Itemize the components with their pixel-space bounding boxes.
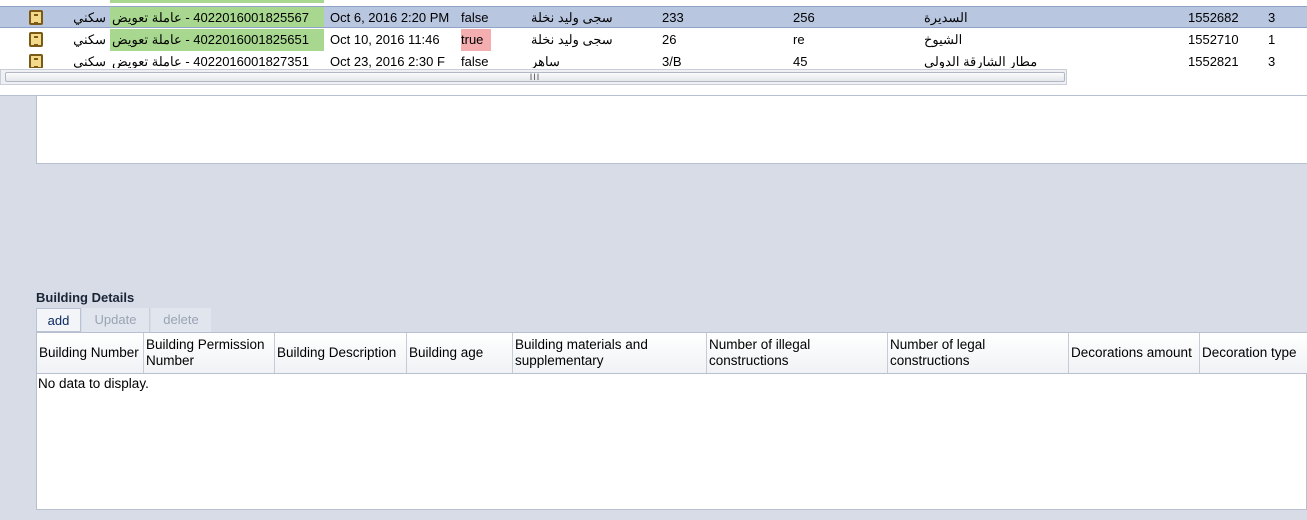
table-row[interactable]: سكني 4022016001825567 - عاملة تعويض Oct … — [0, 6, 1307, 28]
document-icon[interactable] — [29, 54, 43, 68]
building-details-grid: Building Number Building Permission Numb… — [36, 332, 1307, 510]
name-cell: سجى وليد نخلة — [531, 32, 613, 47]
plot-cell: 26 — [662, 32, 677, 47]
date-cell: Oct 10, 2016 11:46 — [330, 32, 440, 47]
column-header-materials[interactable]: Building materials and supplementary — [513, 333, 707, 373]
date-cell: Oct 6, 2016 2:20 PM — [330, 10, 450, 25]
flag-cell: true — [461, 29, 491, 51]
column-header-building-number[interactable]: Building Number — [37, 333, 144, 373]
building-toolbar: add Update delete — [36, 308, 1307, 332]
transaction-cell: 4022016001825567 - عاملة تعويض — [110, 7, 324, 27]
plot-cell: 233 — [662, 10, 684, 25]
id-cell: 1552710 — [1188, 32, 1239, 47]
id-cell: 1552682 — [1188, 10, 1239, 25]
name-cell: سجى وليد نخلة — [531, 10, 613, 25]
delete-button[interactable]: delete — [151, 308, 211, 332]
scrollbar-thumb[interactable]: III — [5, 72, 1065, 82]
grid-header: Building Number Building Permission Numb… — [37, 333, 1307, 374]
document-icon[interactable] — [29, 32, 43, 47]
street-cell: 256 — [793, 10, 815, 25]
area-cell: مطار الشارقة الدولي — [924, 54, 1038, 68]
detail-panel — [36, 96, 1307, 164]
table-row[interactable]: سكني 4022016001827351 - عاملة تعويض Oct … — [0, 51, 1307, 68]
partial-highlight — [110, 0, 324, 3]
add-button[interactable]: add — [36, 308, 81, 332]
date-cell: Oct 23, 2016 2:30 F — [330, 54, 445, 68]
table-row[interactable]: سكني 4022016001825651 - عاملة تعويض Oct … — [0, 29, 1307, 51]
results-grid: سكني 4022016001825567 - عاملة تعويض Oct … — [0, 0, 1307, 96]
count-cell: 1 — [1268, 32, 1276, 47]
plot-cell: 3/B — [662, 54, 682, 68]
document-icon[interactable] — [29, 10, 43, 25]
type-cell: سكني — [73, 54, 106, 68]
area-cell: الشيوخ — [924, 32, 963, 47]
type-cell: سكني — [73, 32, 106, 47]
empty-message: No data to display. — [38, 376, 149, 391]
count-cell: 3 — [1268, 54, 1276, 68]
column-header-description[interactable]: Building Description — [275, 333, 407, 373]
column-header-decorations-amount[interactable]: Decorations amount — [1069, 333, 1200, 373]
section-title: Building Details — [36, 290, 135, 305]
transaction-cell: 4022016001825651 - عاملة تعويض — [110, 29, 324, 51]
flag-cell: false — [461, 54, 489, 68]
column-header-age[interactable]: Building age — [407, 333, 513, 373]
column-header-legal-constructions[interactable]: Number of legal constructions — [888, 333, 1069, 373]
column-header-permission-number[interactable]: Building Permission Number — [144, 333, 275, 373]
partial-row-above — [0, 0, 1307, 3]
name-cell: ساهر — [531, 54, 560, 68]
type-cell: سكني — [73, 10, 106, 25]
area-cell: السديرة — [924, 10, 968, 25]
count-cell: 3 — [1268, 10, 1276, 25]
street-cell: 45 — [793, 54, 808, 68]
flag-cell: false — [461, 10, 489, 25]
column-header-illegal-constructions[interactable]: Number of illegal constructions — [707, 333, 888, 373]
id-cell: 1552821 — [1188, 54, 1239, 68]
update-button[interactable]: Update — [82, 308, 150, 332]
column-header-decoration-type[interactable]: Decoration type — [1200, 333, 1307, 373]
street-cell: re — [793, 32, 805, 47]
horizontal-scrollbar[interactable]: III — [0, 69, 1067, 85]
transaction-cell: 4022016001827351 - عاملة تعويض — [112, 54, 309, 68]
